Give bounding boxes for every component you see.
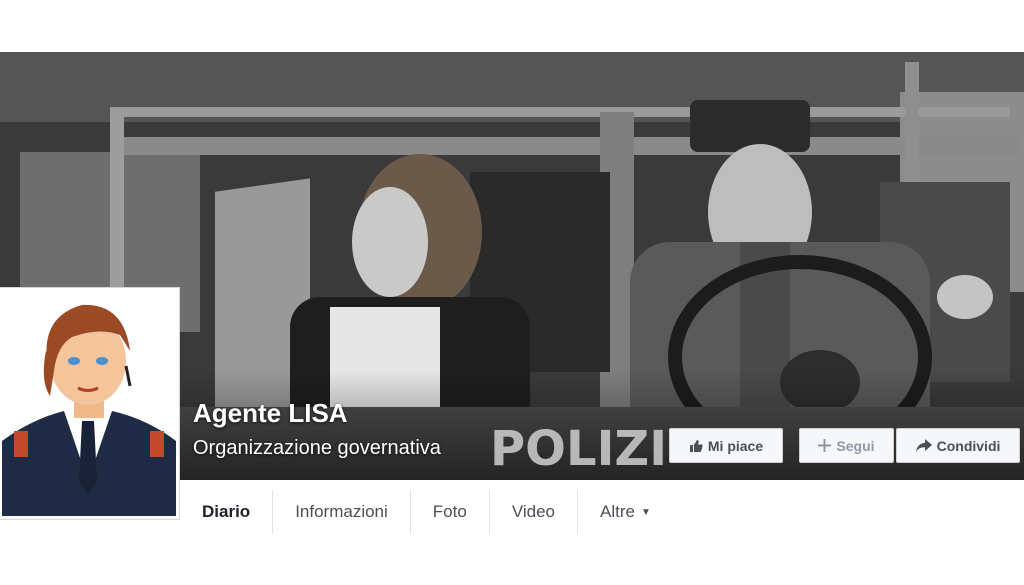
caret-down-icon: ▼ [640,506,651,518]
page-tabs: Diario Informazioni Foto Video Altre ▼ [180,490,673,534]
tab-diario[interactable]: Diario [180,490,274,534]
profile-picture[interactable] [0,287,180,520]
plus-icon [818,439,832,452]
follow-button[interactable]: Segui [799,428,894,463]
page-title: Agente LISA [193,398,348,428]
share-arrow-icon [915,439,932,452]
tab-video[interactable]: Video [490,490,579,534]
tab-altre[interactable]: Altre ▼ [578,490,673,534]
thumbs-up-icon [689,439,703,453]
tab-informazioni[interactable]: Informazioni [273,490,411,534]
like-button[interactable]: Mi piace [669,428,783,463]
like-label: Mi piace [707,437,764,454]
page-category: Organizzazione governativa [193,437,441,459]
share-label: Condividi [936,437,1001,454]
tab-foto[interactable]: Foto [411,490,490,534]
tab-altre-label: Altre [600,502,635,521]
svg-text:POLIZI: POLIZI [490,421,667,477]
avatar [2,291,176,516]
share-button[interactable]: Condividi [896,428,1020,463]
follow-label: Segui [836,437,875,454]
